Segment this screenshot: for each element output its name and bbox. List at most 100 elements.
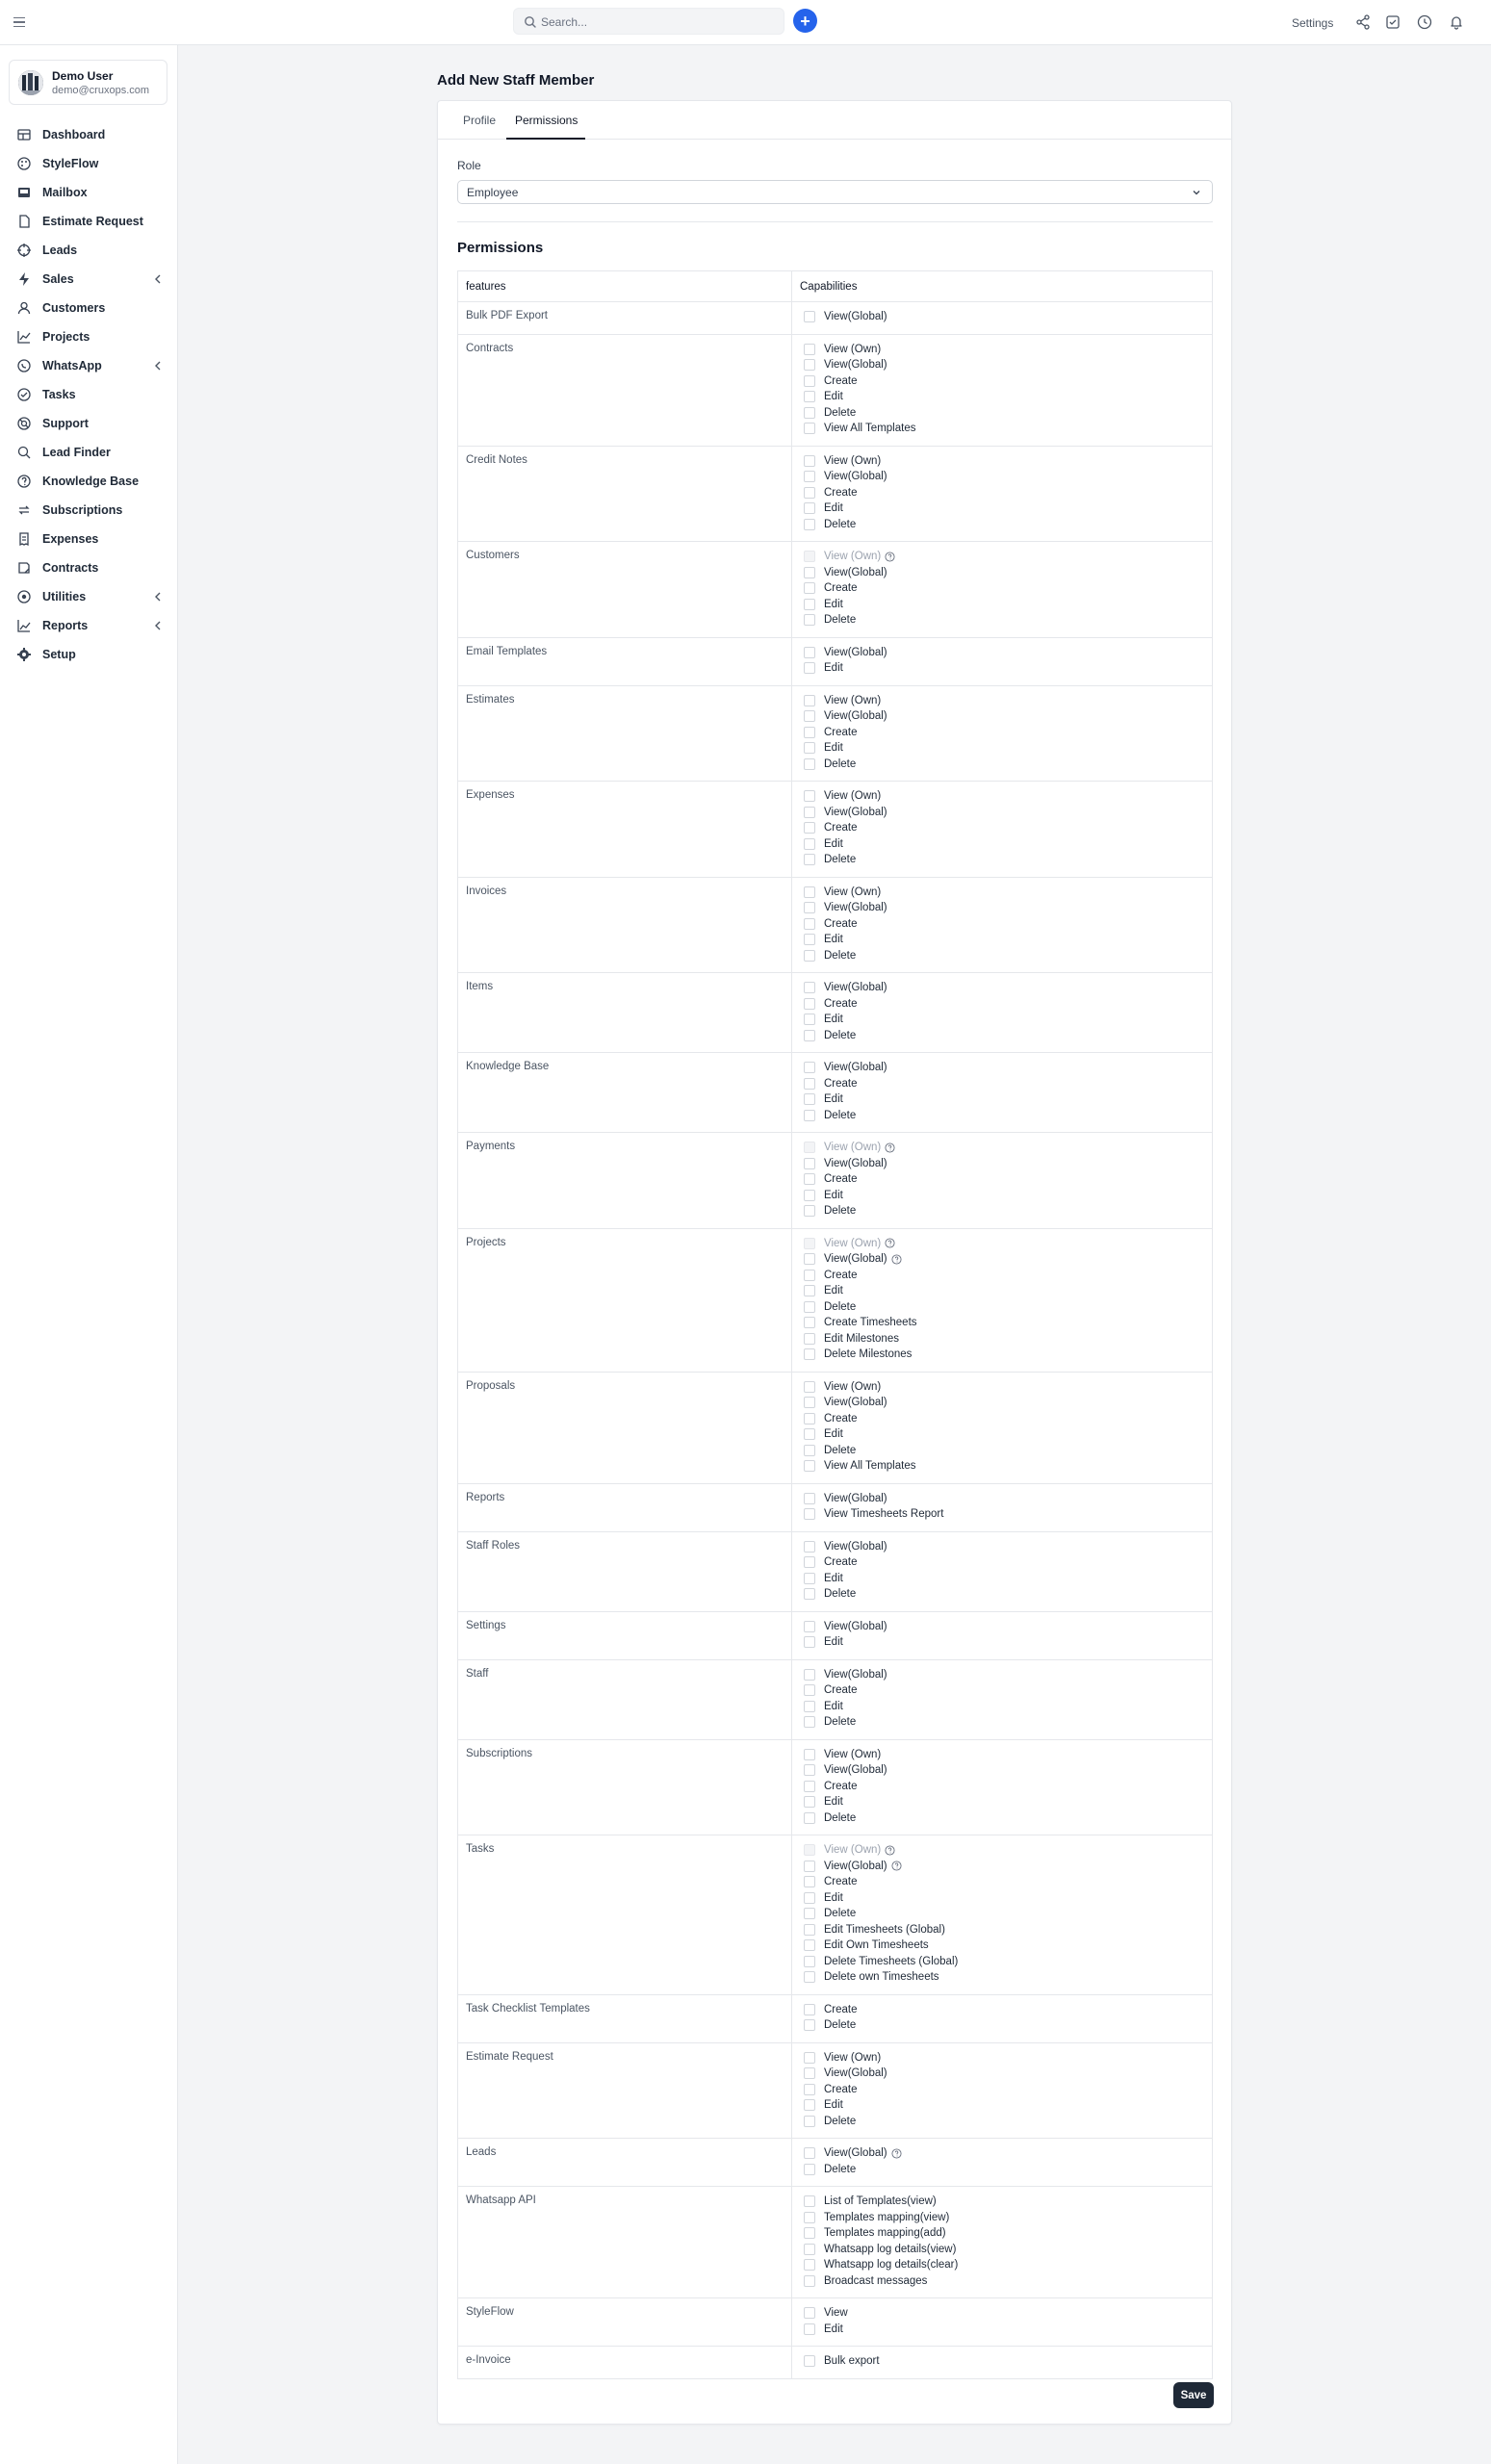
- capability-checkbox[interactable]: [804, 2147, 815, 2160]
- capability-checkbox[interactable]: [804, 1748, 815, 1760]
- capability-checkbox[interactable]: [804, 598, 815, 610]
- capability-checkbox[interactable]: [804, 1923, 815, 1936]
- capability-checkbox[interactable]: [804, 1668, 815, 1681]
- capability-checkbox[interactable]: [804, 1412, 815, 1424]
- capability-checkbox[interactable]: [804, 486, 815, 499]
- capability-checkbox[interactable]: [804, 2083, 815, 2095]
- capability-checkbox[interactable]: [804, 1908, 815, 1920]
- capability-checkbox[interactable]: [804, 1109, 815, 1121]
- capability-checkbox[interactable]: [804, 1780, 815, 1792]
- hamburger-menu-icon[interactable]: [13, 13, 31, 31]
- chevron-left-icon[interactable]: [153, 620, 163, 631]
- task-checkbox-icon[interactable]: [1383, 13, 1402, 32]
- sidebar-item-customers[interactable]: Customers: [0, 294, 178, 322]
- capability-checkbox[interactable]: [804, 343, 815, 355]
- capability-checkbox[interactable]: [804, 1955, 815, 1967]
- tab-profile[interactable]: Profile: [463, 114, 496, 127]
- help-icon[interactable]: [891, 1861, 902, 1871]
- role-select[interactable]: Employee: [457, 180, 1213, 204]
- capability-checkbox[interactable]: [804, 1891, 815, 1904]
- capability-checkbox[interactable]: [804, 2003, 815, 2015]
- capability-checkbox[interactable]: [804, 1029, 815, 1041]
- sidebar-item-lead-finder[interactable]: Lead Finder: [0, 438, 178, 467]
- sidebar-item-tasks[interactable]: Tasks: [0, 380, 178, 409]
- capability-checkbox[interactable]: [804, 646, 815, 658]
- capability-checkbox[interactable]: [804, 997, 815, 1010]
- capability-checkbox[interactable]: [804, 822, 815, 834]
- capability-checkbox[interactable]: [804, 2243, 815, 2255]
- help-icon[interactable]: [891, 2148, 902, 2159]
- sidebar-item-dashboard[interactable]: Dashboard: [0, 120, 178, 149]
- capability-checkbox[interactable]: [804, 2163, 815, 2175]
- capability-checkbox[interactable]: [804, 1460, 815, 1473]
- sidebar-item-subscriptions[interactable]: Subscriptions: [0, 496, 178, 525]
- search-box[interactable]: [513, 8, 784, 35]
- capability-checkbox[interactable]: [804, 2195, 815, 2208]
- sidebar-item-support[interactable]: Support: [0, 409, 178, 438]
- capability-checkbox[interactable]: [804, 1700, 815, 1712]
- capability-checkbox[interactable]: [804, 1157, 815, 1169]
- capability-checkbox[interactable]: [804, 1093, 815, 1106]
- capability-checkbox[interactable]: [804, 886, 815, 898]
- sidebar-item-whatsapp[interactable]: WhatsApp: [0, 351, 178, 380]
- capability-checkbox[interactable]: [804, 1556, 815, 1569]
- capability-checkbox[interactable]: [804, 614, 815, 627]
- capability-checkbox[interactable]: [804, 471, 815, 483]
- chevron-left-icon[interactable]: [153, 273, 163, 285]
- capability-checkbox[interactable]: [804, 2019, 815, 2032]
- capability-checkbox[interactable]: [804, 1860, 815, 1872]
- help-icon[interactable]: [885, 552, 895, 562]
- capability-checkbox[interactable]: [804, 1285, 815, 1297]
- capability-checkbox[interactable]: [804, 1572, 815, 1584]
- help-icon[interactable]: [885, 1142, 895, 1153]
- sidebar-item-estimate-request[interactable]: Estimate Request: [0, 207, 178, 236]
- capability-checkbox[interactable]: [804, 710, 815, 723]
- capability-checkbox[interactable]: [804, 1716, 815, 1729]
- capability-checkbox[interactable]: [804, 1684, 815, 1697]
- capability-checkbox[interactable]: [804, 1540, 815, 1553]
- capability-checkbox[interactable]: [804, 726, 815, 738]
- capability-checkbox[interactable]: [804, 1253, 815, 1266]
- capability-checkbox[interactable]: [804, 502, 815, 515]
- capability-checkbox[interactable]: [804, 1300, 815, 1313]
- sidebar-item-setup[interactable]: Setup: [0, 640, 178, 669]
- capability-checkbox[interactable]: [804, 982, 815, 994]
- capability-checkbox[interactable]: [804, 837, 815, 850]
- capability-checkbox[interactable]: [804, 1764, 815, 1777]
- help-icon[interactable]: [885, 1238, 895, 1248]
- capability-checkbox[interactable]: [804, 854, 815, 866]
- capability-checkbox[interactable]: [804, 2355, 815, 2368]
- sidebar-item-leads[interactable]: Leads: [0, 236, 178, 265]
- capability-checkbox[interactable]: [804, 391, 815, 403]
- capability-checkbox[interactable]: [804, 2259, 815, 2272]
- sidebar-item-expenses[interactable]: Expenses: [0, 525, 178, 553]
- capability-checkbox[interactable]: [804, 1397, 815, 1409]
- capability-checkbox[interactable]: [804, 1588, 815, 1601]
- capability-checkbox[interactable]: [804, 662, 815, 675]
- capability-checkbox[interactable]: [804, 1492, 815, 1504]
- capability-checkbox[interactable]: [804, 1811, 815, 1824]
- capability-checkbox[interactable]: [804, 2211, 815, 2223]
- capability-checkbox[interactable]: [804, 917, 815, 930]
- capability-checkbox[interactable]: [804, 1062, 815, 1074]
- capability-checkbox[interactable]: [804, 742, 815, 755]
- capability-checkbox[interactable]: [804, 2051, 815, 2064]
- capability-checkbox[interactable]: [804, 934, 815, 946]
- save-button[interactable]: Save: [1173, 2382, 1214, 2408]
- tab-permissions[interactable]: Permissions: [515, 114, 578, 127]
- capability-checkbox[interactable]: [804, 1189, 815, 1201]
- capability-checkbox[interactable]: [804, 1796, 815, 1809]
- capability-checkbox[interactable]: [804, 566, 815, 578]
- chevron-left-icon[interactable]: [153, 360, 163, 372]
- capability-checkbox[interactable]: [804, 1269, 815, 1281]
- capability-checkbox[interactable]: [804, 1380, 815, 1393]
- capability-checkbox[interactable]: [804, 806, 815, 818]
- sidebar-item-reports[interactable]: Reports: [0, 611, 178, 640]
- capability-checkbox[interactable]: [804, 790, 815, 803]
- capability-checkbox[interactable]: [804, 2067, 815, 2080]
- bell-icon[interactable]: [1447, 13, 1466, 32]
- capability-checkbox[interactable]: [804, 1444, 815, 1456]
- sidebar-item-mailbox[interactable]: Mailbox: [0, 178, 178, 207]
- capability-checkbox[interactable]: [804, 1077, 815, 1090]
- capability-checkbox[interactable]: [804, 1508, 815, 1521]
